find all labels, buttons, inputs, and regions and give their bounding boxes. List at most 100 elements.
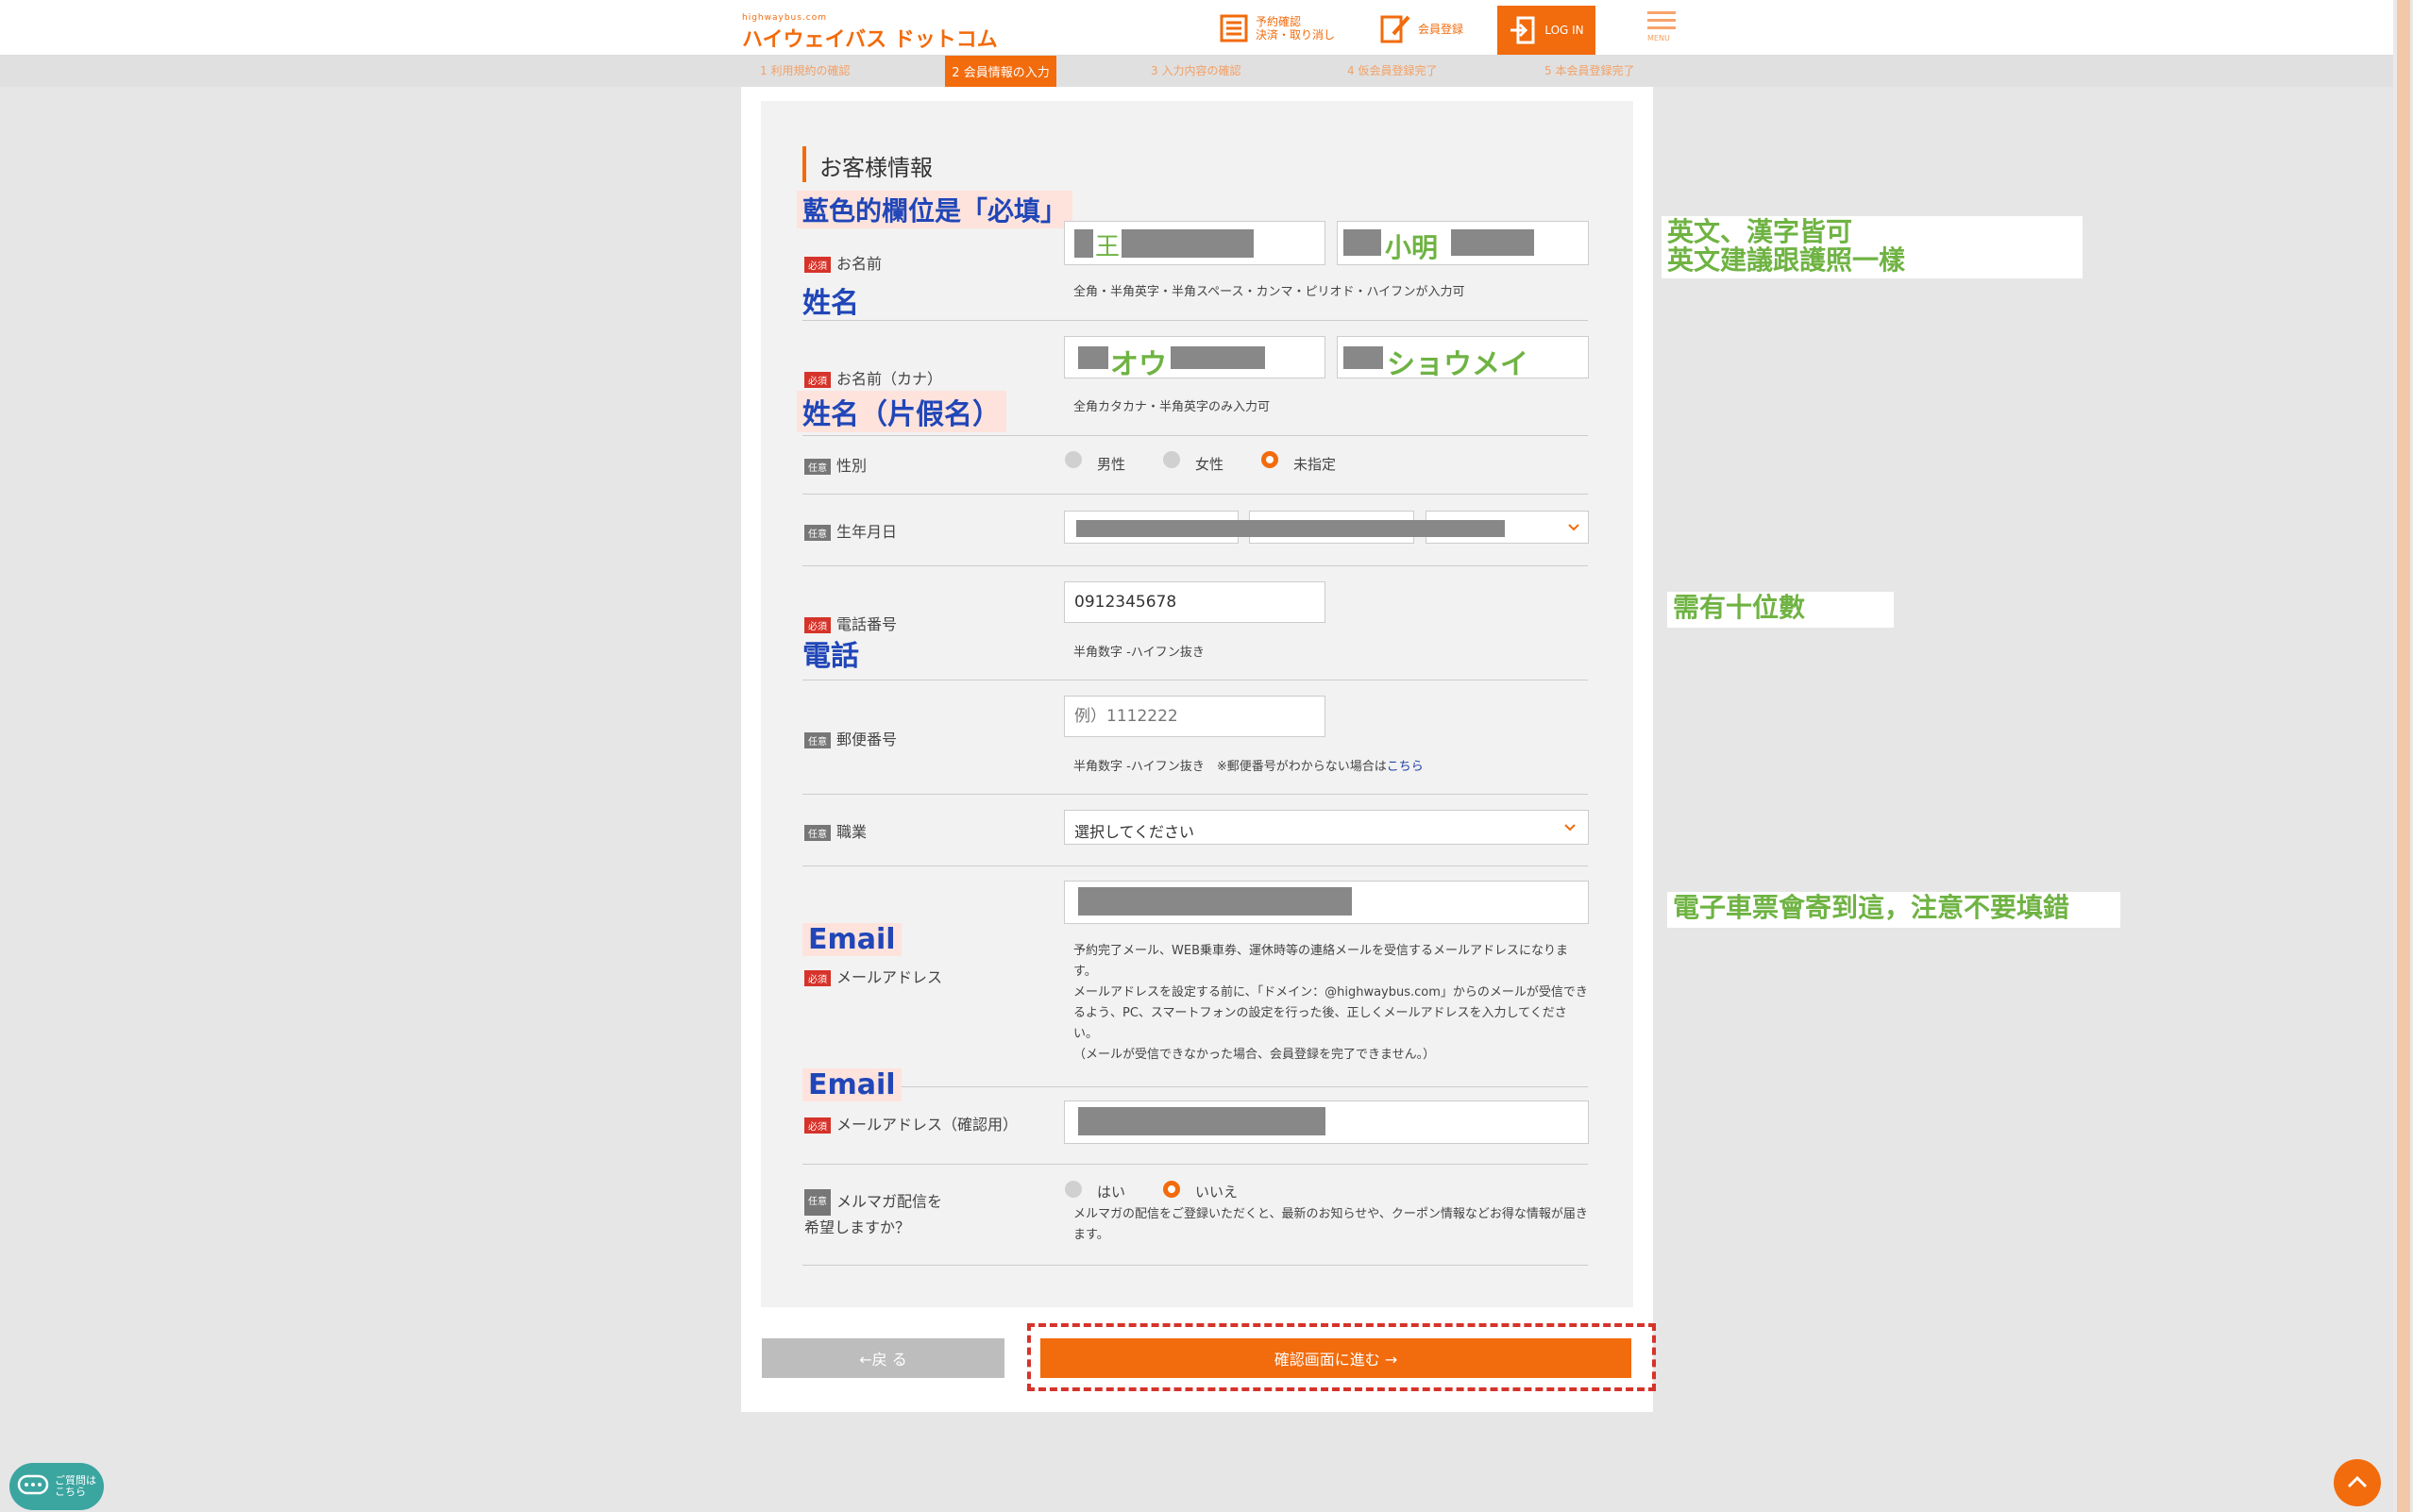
back-button[interactable]: ←戻 る xyxy=(762,1338,1004,1378)
section-title: お客様情報 xyxy=(819,155,933,181)
menu-icon xyxy=(1647,11,1676,14)
annotation-name: 姓名 xyxy=(802,287,859,320)
postal-label: 任意 郵便番号 xyxy=(804,727,897,749)
redaction-mask xyxy=(1074,229,1093,258)
required-badge: 必須 xyxy=(804,970,831,986)
birthday-label-text: 生年月日 xyxy=(836,523,898,541)
site-header xyxy=(0,0,2393,56)
newsletter-label: 任意 メルマガ配信を 希望しますか？ xyxy=(804,1189,942,1240)
email-label: 必須 メールアドレス xyxy=(804,965,942,987)
scrollbar-thumb[interactable] xyxy=(2397,0,2410,1512)
last-name-kana-input[interactable]: オウ xyxy=(1064,336,1325,381)
first-name-kana-value: ショウメイ xyxy=(1387,348,1528,381)
redaction-mask xyxy=(1078,346,1108,369)
reservation-check-link[interactable]: 予約確認 決済・取り消し xyxy=(1220,13,1335,43)
row-divider xyxy=(802,320,1588,321)
postal-code-input[interactable] xyxy=(1064,696,1325,737)
occupation-value: 選択してください xyxy=(1074,823,1195,841)
help-chat-button[interactable]: ご質問は こちら xyxy=(9,1463,104,1510)
optional-badge: 任意 xyxy=(804,525,831,541)
menu-label: MENU xyxy=(1647,34,1670,42)
annotation-note-name-line2: 英文建議跟護照一樣 xyxy=(1667,244,1906,276)
step-5: 5 本会員登録完了 xyxy=(1544,64,1635,77)
gender-unspecified-radio[interactable] xyxy=(1261,451,1278,468)
email-confirm-input[interactable] xyxy=(1064,1100,1589,1144)
redaction-mask xyxy=(1122,229,1254,258)
scroll-to-top-button[interactable] xyxy=(2334,1459,2381,1506)
member-register-link[interactable]: 会員登録 xyxy=(1380,13,1463,43)
reservation-check-sublabel: 決済・取り消し xyxy=(1256,28,1336,42)
email-hint-2: メールアドレスを設定する前に、「ドメイン：@highwaybus.com」からの… xyxy=(1073,985,1588,1041)
logo-subtext: highwaybus.com xyxy=(742,13,828,23)
proceed-to-confirm-button[interactable]: 確認画面に進む → xyxy=(1040,1338,1631,1378)
kana-label: 必須 お名前（カナ） xyxy=(804,366,942,389)
newsletter-no-label: いいえ xyxy=(1195,1184,1239,1201)
last-name-value: 王 xyxy=(1093,227,1122,261)
row-divider xyxy=(802,1265,1588,1266)
email-confirm-label: 必須 メールアドレス（確認用） xyxy=(804,1112,1018,1134)
gender-male-label: 男性 xyxy=(1097,456,1126,473)
email-label-text: メールアドレス xyxy=(836,968,943,986)
email-hint-1: 予約完了メール、WEB乗車券、運休時等の連絡メールを受信するメールアドレスになり… xyxy=(1073,944,1568,979)
required-badge: 必須 xyxy=(804,257,831,273)
email-hint-3: （メールが受信できなかった場合、会員登録を完了できません。） xyxy=(1073,1048,1436,1062)
chevron-down-icon xyxy=(1568,524,1579,531)
optional-badge: 任意 xyxy=(804,1189,831,1216)
edit-icon xyxy=(1380,15,1410,43)
redaction-mask xyxy=(1343,229,1381,256)
menu-icon-bar xyxy=(1647,26,1676,29)
newsletter-label-line1: メルマガ配信を xyxy=(836,1192,943,1211)
gender-female-radio[interactable] xyxy=(1163,451,1180,468)
row-divider xyxy=(802,865,1588,866)
annotation-email: Email xyxy=(802,923,902,956)
redaction-mask xyxy=(1171,346,1265,369)
step-3: 3 入力内容の確認 xyxy=(1151,64,1241,77)
login-label: LOG IN xyxy=(1544,24,1584,37)
row-divider xyxy=(802,794,1588,795)
gender-female-label: 女性 xyxy=(1195,456,1224,473)
first-name-value: 小明 xyxy=(1385,232,1439,263)
occupation-label-text: 職業 xyxy=(836,823,868,841)
row-divider xyxy=(802,435,1588,436)
email-input[interactable] xyxy=(1064,881,1589,924)
name-label: 必須 お名前 xyxy=(804,251,882,274)
redaction-mask xyxy=(1078,1107,1325,1135)
redaction-mask xyxy=(1451,229,1534,256)
annotation-note-email: 電子車票會寄到這，注意不要填錯 xyxy=(1667,892,2120,928)
newsletter-hint: メルマガの配信をご登録いただくと、最新のお知らせや、クーポン情報などお得な情報が… xyxy=(1073,1207,1588,1242)
site-logo[interactable]: ハイウェイバス ドットコム xyxy=(742,23,998,53)
phone-input[interactable]: 0912345678 xyxy=(1064,581,1325,623)
login-button[interactable]: LOG IN xyxy=(1497,6,1595,55)
occupation-label: 任意 職業 xyxy=(804,819,867,842)
postal-lookup-link[interactable]: こちら xyxy=(1387,760,1424,774)
row-divider xyxy=(802,1164,1588,1165)
menu-icon-bar xyxy=(1647,19,1676,22)
name-hint: 全角・半角英字・半角スペース・カンマ・ピリオド・ハイフンが入力可 xyxy=(1073,285,1465,299)
birthday-label: 任意 生年月日 xyxy=(804,519,897,542)
menu-button[interactable]: MENU xyxy=(1647,11,1679,42)
phone-hint: 半角数字 -ハイフン抜き xyxy=(1073,646,1205,660)
reservation-check-label: 予約確認 xyxy=(1256,15,1302,28)
last-name-kana-value: オウ xyxy=(1110,348,1167,381)
email-confirm-label-text: メールアドレス（確認用） xyxy=(836,1116,1019,1134)
step-1: 1 利用規約の確認 xyxy=(760,64,851,77)
annotation-phone: 電話 xyxy=(802,640,859,673)
email-hint: 予約完了メール、WEB乗車券、運休時等の連絡メールを受信するメールアドレスになり… xyxy=(1073,941,1588,1066)
chevron-up-icon xyxy=(2347,1475,2368,1488)
gender-male-radio[interactable] xyxy=(1065,451,1082,468)
first-name-input[interactable]: 小明 xyxy=(1337,221,1589,265)
optional-badge: 任意 xyxy=(804,732,831,748)
first-name-kana-input[interactable]: ショウメイ xyxy=(1337,336,1589,381)
list-icon xyxy=(1220,14,1248,42)
occupation-select[interactable]: 選択してください xyxy=(1064,810,1589,845)
newsletter-yes-radio[interactable] xyxy=(1065,1181,1082,1198)
chat-icon xyxy=(17,1474,49,1495)
redaction-mask xyxy=(1076,520,1505,537)
last-name-input[interactable]: 王 xyxy=(1064,221,1325,265)
newsletter-yes-label: はい xyxy=(1097,1184,1126,1201)
newsletter-label-line2: 希望しますか？ xyxy=(804,1218,911,1236)
annotation-required-note: 藍色的欄位是「必填」 xyxy=(797,191,1073,228)
kana-label-text: お名前（カナ） xyxy=(836,370,943,388)
newsletter-no-radio[interactable] xyxy=(1163,1181,1180,1198)
phone-value: 0912345678 xyxy=(1074,593,1177,612)
